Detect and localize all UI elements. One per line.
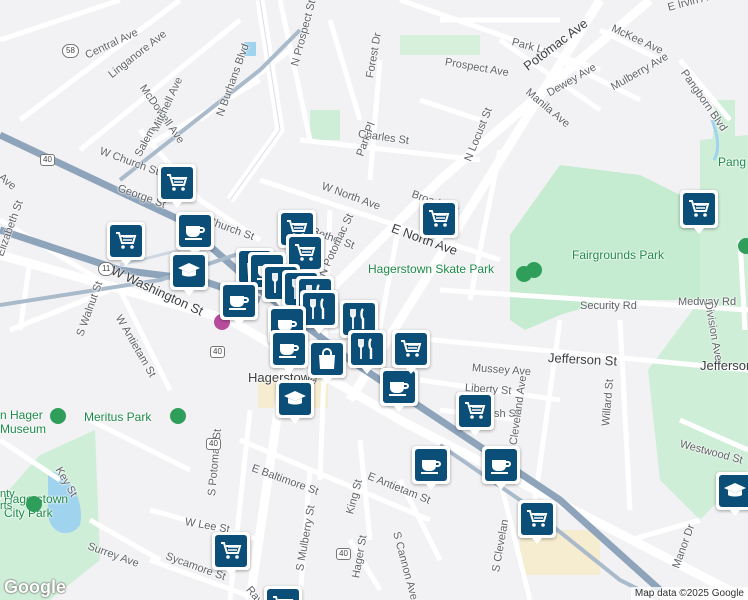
route-shield: 58 bbox=[62, 44, 79, 58]
map-pin-grocery[interactable] bbox=[392, 330, 430, 374]
map-pin-grocery[interactable] bbox=[420, 200, 458, 244]
park-icon[interactable] bbox=[170, 408, 186, 424]
map-pin-cafe[interactable] bbox=[482, 446, 520, 490]
map-pin-school[interactable] bbox=[716, 472, 748, 516]
map-pin-grocery[interactable] bbox=[518, 500, 556, 544]
google-logo: Google bbox=[4, 577, 66, 597]
map-pin-grocery[interactable] bbox=[158, 164, 196, 208]
museum-label[interactable]: n Hager Museum bbox=[0, 408, 46, 436]
tree-icon bbox=[526, 262, 542, 278]
map-pin-grocery[interactable] bbox=[107, 222, 145, 266]
museum-icon[interactable] bbox=[50, 408, 66, 424]
alt-route-shield: 40 bbox=[206, 438, 221, 450]
map-pin-school[interactable] bbox=[170, 252, 208, 296]
route-shield: 40 bbox=[40, 154, 55, 166]
map-pin-grocery[interactable] bbox=[456, 392, 494, 436]
map-pin-grocery[interactable] bbox=[212, 532, 250, 576]
map-canvas[interactable]: E Irvin Ave McKee Ave Park Ln Potomac Av… bbox=[0, 0, 748, 600]
alt-route-shield: 40 bbox=[336, 548, 351, 560]
park-icon[interactable] bbox=[738, 238, 748, 254]
map-pin-cafe[interactable] bbox=[176, 212, 214, 256]
park-label[interactable]: nty rts bbox=[0, 488, 15, 512]
map-pin-cafe[interactable] bbox=[412, 446, 450, 490]
map-pin-cafe[interactable] bbox=[220, 282, 258, 326]
park-label[interactable]: Fairgrounds Park bbox=[572, 248, 664, 262]
poi-label[interactable]: Hagerstown Skate Park bbox=[368, 262, 494, 276]
map-pin-grocery[interactable] bbox=[680, 190, 718, 234]
map-pin-restaurant[interactable] bbox=[348, 330, 386, 374]
park-label[interactable]: Pang bbox=[718, 155, 746, 169]
map-pin-school[interactable] bbox=[276, 380, 314, 424]
museum-icon[interactable] bbox=[26, 496, 42, 512]
route-shield: 11 bbox=[98, 262, 115, 276]
street-label: Security Rd bbox=[580, 300, 637, 312]
park-label[interactable]: Meritus Park bbox=[84, 410, 151, 424]
map-pin-shopping[interactable] bbox=[308, 340, 346, 384]
map-pin-grocery[interactable] bbox=[264, 586, 302, 600]
street-label: Jefferson bbox=[700, 358, 748, 373]
map-pin-cafe[interactable] bbox=[270, 330, 308, 374]
alt-route-shield: 40 bbox=[210, 346, 225, 358]
map-attribution[interactable]: Map data ©2025 Google bbox=[630, 587, 748, 600]
